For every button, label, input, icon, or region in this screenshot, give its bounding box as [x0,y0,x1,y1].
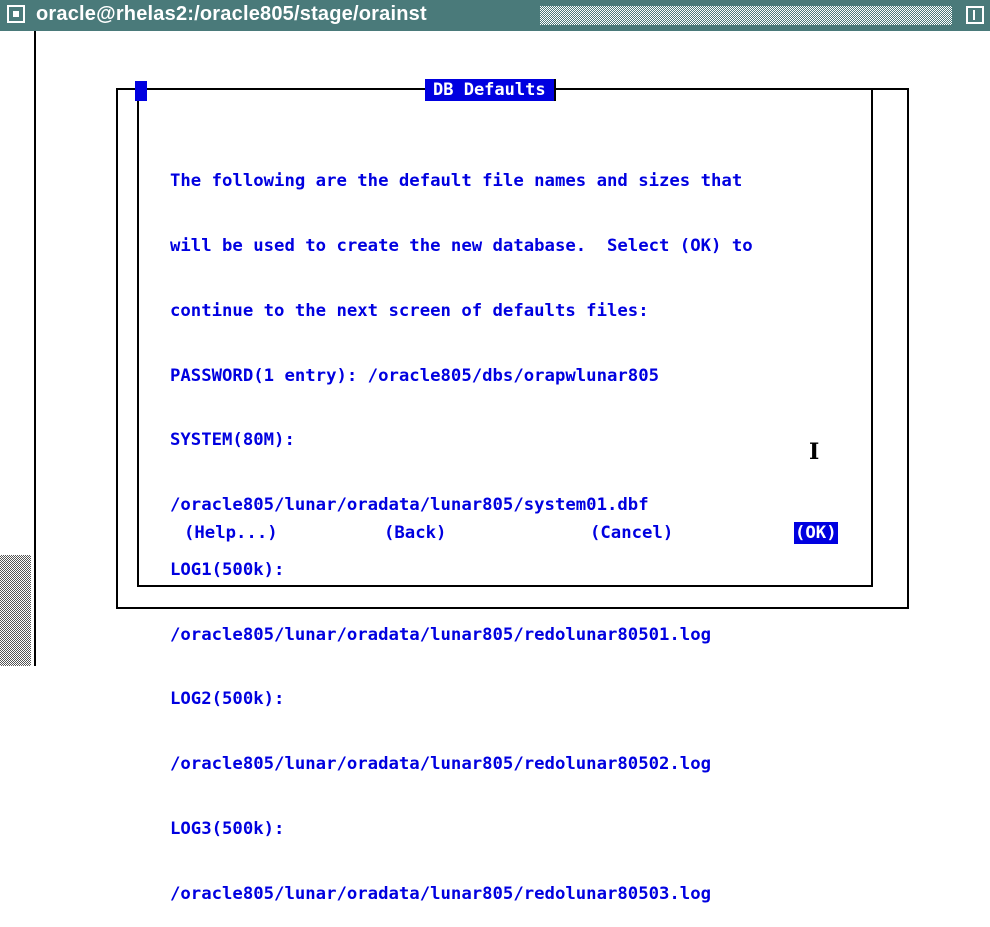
message-line: will be used to create the new database.… [170,235,753,256]
text-cursor-icon: I [809,439,820,465]
scrollbar-track[interactable] [0,555,31,666]
dialog-title: DB Defaults [425,79,556,101]
message-line: The following are the default file names… [170,171,743,192]
log3-size-label: LOG3(500k): [170,819,285,839]
log1-size-label: LOG1(500k): [170,559,285,580]
ok-button[interactable]: (OK) [794,522,838,544]
cancel-button[interactable]: (Cancel) [590,522,673,544]
left-border-line [34,31,36,666]
system-size-label: SYSTEM(80M): [170,430,295,451]
dialog-corner-marker [135,81,147,101]
message-line: continue to the next screen of defaults … [170,300,649,321]
log1-file-path: /oracle805/lunar/oradata/lunar805/redolu… [170,624,712,645]
window-menu-icon[interactable] [7,5,25,23]
system-file-path: /oracle805/lunar/oradata/lunar805/system… [170,495,649,516]
back-button[interactable]: (Back) [384,522,446,544]
log2-size-label: LOG2(500k): [170,689,285,710]
password-file-line: PASSWORD(1 entry): /oracle805/dbs/orapwl… [170,365,659,386]
titlebar-drag-area[interactable] [540,6,952,25]
log3-file-path: /oracle805/lunar/oradata/lunar805/redolu… [170,883,712,904]
log2-file-path: /oracle805/lunar/oradata/lunar805/redolu… [170,754,712,775]
window-title: oracle@rhelas2:/oracle805/stage/orainst [36,3,427,25]
window-maximize-icon[interactable] [966,6,984,24]
help-button[interactable]: (Help...) [184,522,278,544]
window-titlebar[interactable]: oracle@rhelas2:/oracle805/stage/orainst [0,0,990,31]
